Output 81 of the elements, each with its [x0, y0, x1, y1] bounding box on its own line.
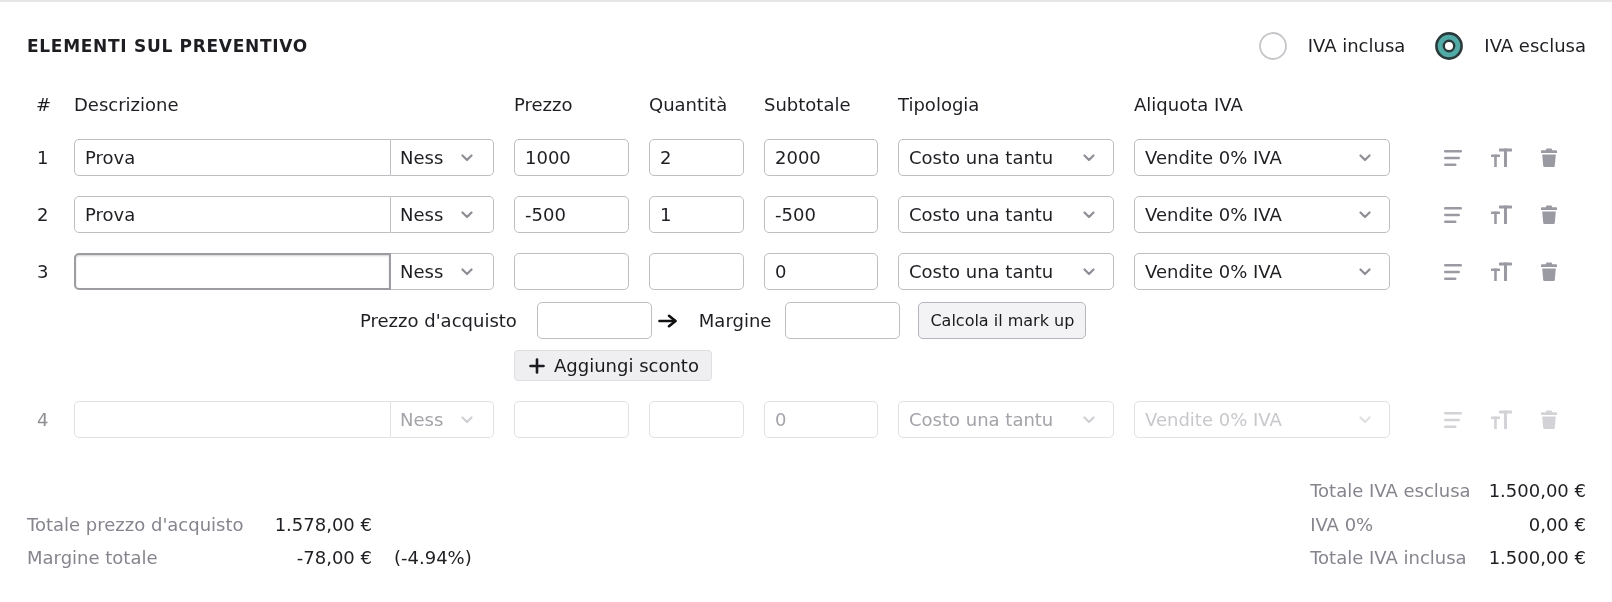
- lines-icon[interactable]: [1444, 205, 1462, 224]
- column-header: Prezzo: [514, 94, 574, 116]
- trash-icon[interactable]: [1541, 148, 1557, 167]
- vat-rate-select[interactable]: Vendite 0% IVA: [1134, 196, 1390, 233]
- text-size-icon[interactable]: [1491, 262, 1512, 281]
- unit-select[interactable]: Ness: [391, 196, 494, 233]
- total-value: 1.500,00 €: [1488, 547, 1586, 569]
- unit-select[interactable]: Ness: [391, 139, 494, 176]
- description-field[interactable]: Prova: [74, 196, 391, 233]
- chevron-icon: [1083, 153, 1095, 162]
- total-value: 1.500,00 €: [1488, 480, 1586, 502]
- vat-rate-select[interactable]: Vendite 0% IVA: [1134, 139, 1390, 176]
- price-field[interactable]: [514, 253, 629, 290]
- type-select[interactable]: Costo una tantu: [898, 139, 1114, 176]
- unit-select[interactable]: Ness: [391, 253, 494, 290]
- margin-percentage: (-4.94%): [394, 547, 472, 569]
- radio-button[interactable]: [1435, 32, 1464, 60]
- radio-label[interactable]: IVA inclusa: [1307, 35, 1406, 57]
- total-value: 0,00 €: [1527, 513, 1586, 536]
- purchase-price-label: Prezzo d'acquisto: [360, 309, 517, 332]
- subtotal-field[interactable]: 0: [764, 253, 878, 290]
- lines-icon[interactable]: [1444, 148, 1462, 167]
- column-header: Descrizione: [74, 94, 180, 116]
- chevron-icon: [461, 267, 473, 276]
- chevron-icon: [1359, 415, 1371, 424]
- column-header: #: [35, 94, 53, 116]
- column-header: Aliquota IVA: [1134, 94, 1244, 116]
- margin-label: Margine: [698, 309, 772, 332]
- plus-icon: [529, 357, 545, 374]
- total-label: Totale prezzo d'acquisto: [27, 513, 245, 536]
- chevron-icon: [461, 210, 473, 219]
- column-header: Tipologia: [898, 94, 981, 116]
- quantity-field[interactable]: [649, 253, 744, 290]
- row-number: 4: [36, 408, 50, 431]
- row-number: 1: [36, 146, 50, 169]
- price-field[interactable]: 1000: [514, 139, 629, 176]
- total-value: -78,00 €: [295, 547, 372, 569]
- chevron-icon: [1083, 415, 1095, 424]
- quantity-field[interactable]: [649, 401, 744, 438]
- chevron-icon: [1359, 267, 1371, 276]
- chevron-icon: [1083, 210, 1095, 219]
- type-select[interactable]: Costo una tantu: [898, 196, 1114, 233]
- trash-icon[interactable]: [1541, 262, 1557, 281]
- lines-icon[interactable]: [1444, 262, 1462, 281]
- trash-icon[interactable]: [1541, 205, 1557, 224]
- arrow-icon: [657, 313, 678, 328]
- total-label: Margine totale: [27, 547, 159, 569]
- quantity-field[interactable]: 1: [649, 196, 744, 233]
- chevron-icon: [461, 153, 473, 162]
- text-size-icon[interactable]: [1491, 410, 1512, 429]
- row-number: 2: [36, 203, 50, 226]
- total-label: IVA 0%: [1310, 513, 1375, 536]
- quantity-field[interactable]: 2: [649, 139, 744, 176]
- trash-icon[interactable]: [1541, 410, 1557, 429]
- add-discount-button[interactable]: Aggiungi sconto: [514, 350, 712, 381]
- subtotal-field[interactable]: -500: [764, 196, 878, 233]
- type-select[interactable]: Costo una tantu: [898, 253, 1114, 290]
- chevron-icon: [1083, 267, 1095, 276]
- section-title: ELEMENTI SUL PREVENTIVO: [27, 36, 308, 56]
- row-number: 3: [36, 260, 50, 283]
- total-label: Totale IVA esclusa: [1310, 480, 1471, 502]
- lines-icon[interactable]: [1444, 410, 1462, 429]
- purchase-price-field[interactable]: [536, 302, 652, 339]
- calculate-markup-button[interactable]: Calcola il mark up: [918, 302, 1087, 339]
- vat-rate-select[interactable]: Vendite 0% IVA: [1134, 253, 1390, 290]
- subtotal-field[interactable]: 2000: [764, 139, 878, 176]
- description-field[interactable]: [74, 253, 391, 290]
- chevron-icon: [1359, 153, 1371, 162]
- column-header: Subtotale: [764, 94, 852, 116]
- price-field[interactable]: -500: [514, 196, 629, 233]
- column-header: Quantità: [649, 94, 729, 116]
- chevron-icon: [461, 415, 473, 424]
- text-size-icon[interactable]: [1491, 148, 1512, 167]
- text-size-icon[interactable]: [1491, 205, 1512, 224]
- chevron-icon: [1359, 210, 1371, 219]
- total-value: 1.578,00 €: [273, 513, 372, 536]
- total-label: Totale IVA inclusa: [1310, 547, 1468, 569]
- margin-field[interactable]: [785, 302, 901, 339]
- description-field[interactable]: Prova: [74, 139, 391, 176]
- radio-label[interactable]: IVA esclusa: [1484, 35, 1586, 57]
- price-field[interactable]: [514, 401, 629, 438]
